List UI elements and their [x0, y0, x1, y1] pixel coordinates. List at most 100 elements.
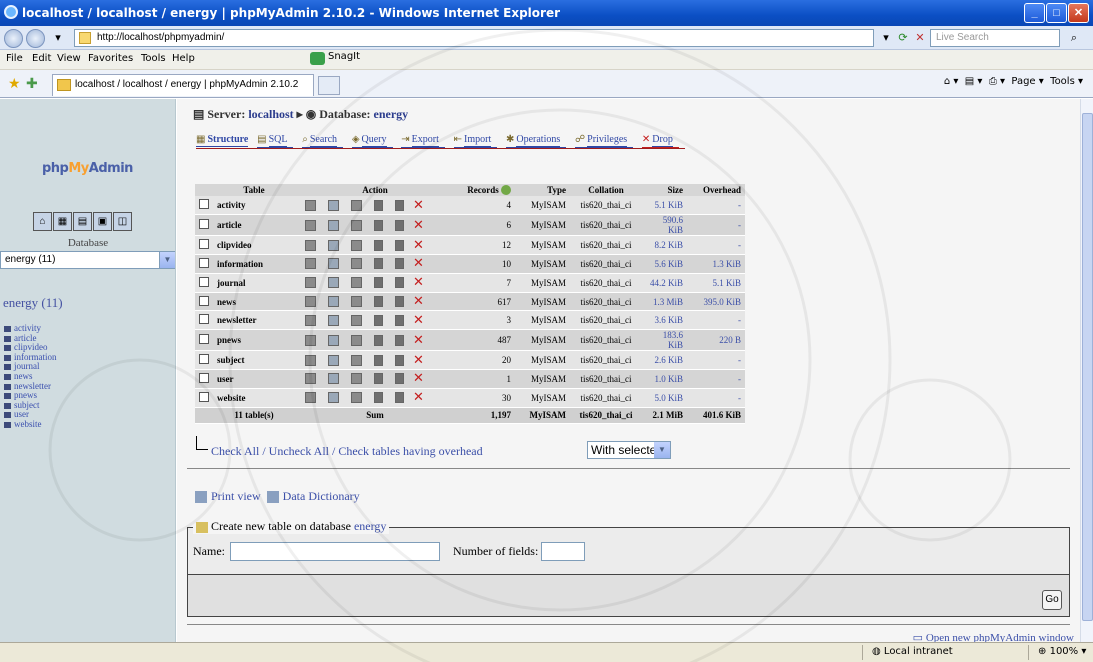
- scrollbar-thumb[interactable]: [1082, 113, 1093, 621]
- check-overhead-link[interactable]: Check tables having overhead: [338, 444, 482, 458]
- search-icon[interactable]: [351, 277, 362, 289]
- insert-icon[interactable]: [374, 277, 383, 289]
- tab-search[interactable]: ⌕ Search: [302, 134, 344, 148]
- insert-icon[interactable]: [374, 296, 383, 308]
- insert-icon[interactable]: [374, 334, 383, 346]
- row-table-name[interactable]: subject: [213, 350, 295, 371]
- home-icon[interactable]: ⌂: [33, 212, 52, 231]
- row-checkbox[interactable]: [195, 235, 213, 256]
- structure-icon[interactable]: [328, 277, 339, 289]
- structure-icon[interactable]: [328, 314, 339, 326]
- drop-icon[interactable]: ✕: [413, 390, 424, 405]
- help-icon[interactable]: [501, 185, 511, 196]
- search-input[interactable]: Live Search: [930, 29, 1060, 47]
- tab-import[interactable]: ⇤ Import: [453, 134, 498, 148]
- browse-icon[interactable]: [305, 334, 316, 346]
- data-dictionary-link[interactable]: Data Dictionary: [283, 489, 360, 503]
- row-checkbox[interactable]: [195, 329, 213, 352]
- number-of-fields-input[interactable]: [541, 542, 585, 561]
- feeds-icon[interactable]: ▤ ▾: [965, 76, 983, 87]
- row-table-name[interactable]: newsletter: [213, 310, 295, 331]
- row-checkbox[interactable]: [195, 196, 213, 216]
- new-tab-button[interactable]: [318, 76, 340, 95]
- row-table-name[interactable]: news: [213, 292, 295, 312]
- browse-icon[interactable]: [305, 314, 316, 326]
- minimize-button[interactable]: _: [1024, 3, 1045, 23]
- row-size[interactable]: 1.0 KiB: [642, 369, 687, 389]
- search-icon[interactable]: [351, 199, 362, 211]
- drop-icon[interactable]: ✕: [413, 294, 424, 309]
- zoom-level[interactable]: ⊕ 100% ▾: [1038, 646, 1086, 657]
- browse-icon[interactable]: [305, 258, 316, 270]
- search-icon[interactable]: [351, 239, 362, 251]
- insert-icon[interactable]: [374, 219, 383, 231]
- structure-icon[interactable]: [328, 239, 339, 251]
- insert-icon[interactable]: [374, 354, 383, 366]
- structure-icon[interactable]: [328, 219, 339, 231]
- row-checkbox[interactable]: [195, 214, 213, 237]
- empty-icon[interactable]: [395, 392, 404, 404]
- empty-icon[interactable]: [395, 373, 404, 385]
- address-input[interactable]: http://localhost/phpmyadmin/: [74, 29, 874, 47]
- maximize-button[interactable]: □: [1046, 3, 1067, 23]
- row-checkbox[interactable]: [195, 254, 213, 274]
- tab-export[interactable]: ⇥ Export: [401, 134, 445, 148]
- row-size[interactable]: 3.6 KiB: [642, 310, 687, 331]
- browse-icon[interactable]: [305, 199, 316, 211]
- insert-icon[interactable]: [374, 199, 383, 211]
- chevron-down-icon[interactable]: ▼: [159, 252, 175, 268]
- drop-icon[interactable]: ✕: [413, 275, 424, 290]
- row-size[interactable]: 183.6 KiB: [642, 329, 687, 352]
- tab-drop[interactable]: ✕ Drop: [641, 134, 679, 148]
- row-size[interactable]: 5.1 KiB: [642, 196, 687, 216]
- drop-icon[interactable]: ✕: [413, 313, 424, 328]
- empty-icon[interactable]: [395, 219, 404, 231]
- search-icon[interactable]: [351, 296, 362, 308]
- docs-icon[interactable]: ▣: [93, 212, 112, 231]
- insert-icon[interactable]: [374, 258, 383, 270]
- drop-icon[interactable]: ✕: [413, 353, 424, 368]
- tab-sql[interactable]: ▤ SQL: [257, 134, 294, 148]
- row-size[interactable]: 590.6 KiB: [642, 214, 687, 237]
- stop-icon[interactable]: ✕: [912, 30, 928, 46]
- empty-icon[interactable]: [395, 258, 404, 270]
- sql-icon[interactable]: ▤: [73, 212, 92, 231]
- close-button[interactable]: ✕: [1068, 3, 1089, 23]
- browse-icon[interactable]: [305, 277, 316, 289]
- browse-icon[interactable]: [305, 392, 316, 404]
- row-checkbox[interactable]: [195, 350, 213, 371]
- chevron-down-icon[interactable]: ▼: [654, 442, 670, 458]
- empty-icon[interactable]: [395, 199, 404, 211]
- row-checkbox[interactable]: [195, 369, 213, 389]
- search-icon[interactable]: ⌕: [1066, 30, 1082, 46]
- database-link[interactable]: energy: [374, 107, 409, 121]
- menu-file[interactable]: File: [6, 53, 23, 64]
- row-size[interactable]: 2.6 KiB: [642, 350, 687, 371]
- menu-help[interactable]: Help: [172, 53, 195, 64]
- row-checkbox[interactable]: [195, 273, 213, 293]
- row-table-name[interactable]: article: [213, 214, 295, 237]
- drop-icon[interactable]: ✕: [413, 371, 424, 386]
- query-window-icon[interactable]: ▦: [53, 212, 72, 231]
- uncheck-all-link[interactable]: Uncheck All: [269, 444, 329, 458]
- empty-icon[interactable]: [395, 354, 404, 366]
- phpmyadmin-logo[interactable]: phpMyAdmin: [42, 161, 133, 176]
- row-checkbox[interactable]: [195, 310, 213, 331]
- browse-icon[interactable]: [305, 373, 316, 385]
- insert-icon[interactable]: [374, 392, 383, 404]
- search-icon[interactable]: [351, 258, 362, 270]
- structure-icon[interactable]: [328, 334, 339, 346]
- tab-phpmyadmin[interactable]: localhost / localhost / energy | phpMyAd…: [52, 74, 314, 96]
- empty-icon[interactable]: [395, 296, 404, 308]
- row-size[interactable]: 8.2 KiB: [642, 235, 687, 256]
- drop-icon[interactable]: ✕: [413, 256, 424, 271]
- insert-icon[interactable]: [374, 314, 383, 326]
- refresh-icon[interactable]: ⟳: [895, 30, 911, 46]
- home-icon[interactable]: ⌂ ▾: [944, 76, 959, 87]
- search-icon[interactable]: [351, 354, 362, 366]
- structure-icon[interactable]: [328, 373, 339, 385]
- table-list-item[interactable]: subject: [4, 400, 57, 411]
- row-size[interactable]: 5.0 KiB: [642, 388, 687, 408]
- row-table-name[interactable]: activity: [213, 196, 295, 216]
- browse-icon[interactable]: [305, 239, 316, 251]
